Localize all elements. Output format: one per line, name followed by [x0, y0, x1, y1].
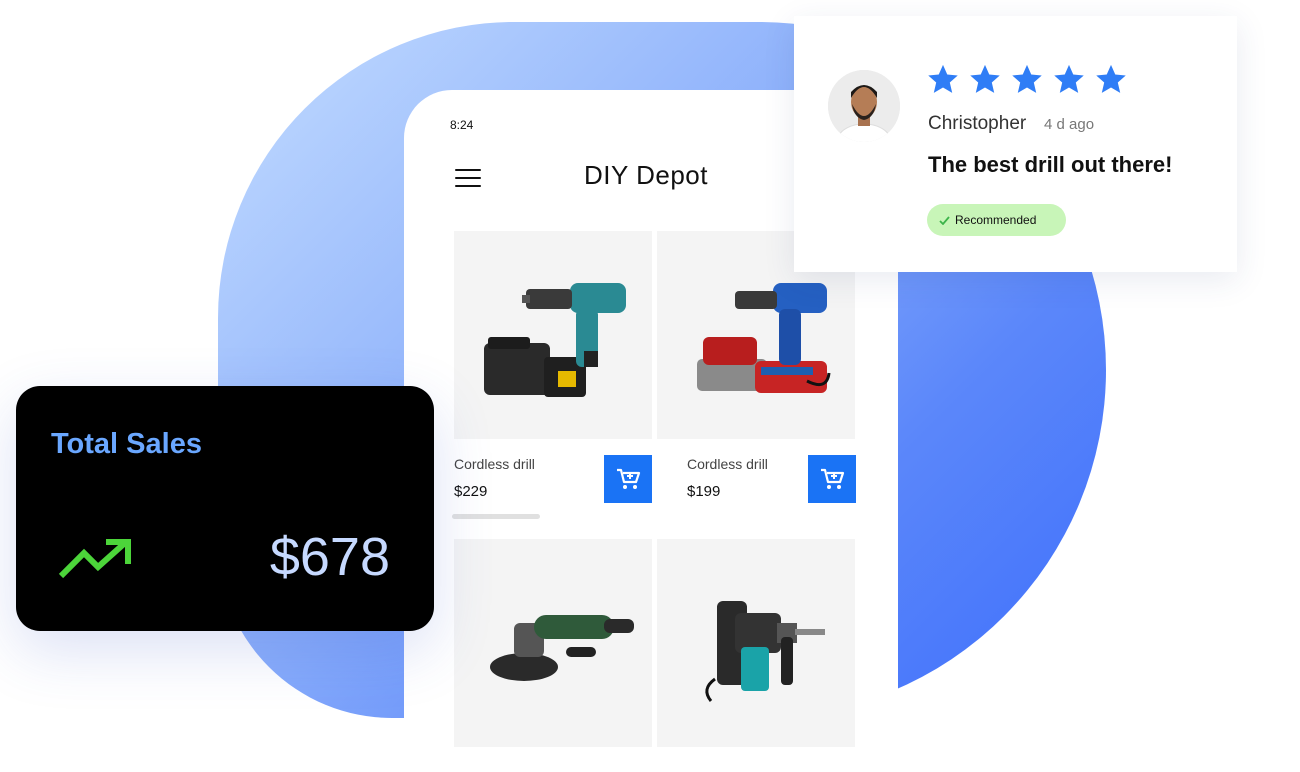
product-card-4[interactable] [657, 539, 855, 747]
badge-label: Recommended [955, 213, 1037, 227]
sales-value: $678 [269, 527, 390, 587]
trending-up-icon [58, 539, 131, 579]
star-icon [1096, 64, 1126, 93]
product-name: Cordless drill [687, 456, 768, 472]
person-avatar-icon [828, 70, 900, 142]
scroll-indicator [452, 514, 540, 519]
review-time: 4 d ago [1044, 116, 1095, 133]
total-sales-card: Total Sales $678 [16, 386, 434, 631]
product-card-3[interactable] [454, 539, 652, 747]
product-price: $199 [687, 483, 721, 500]
review-card: Christopher 4 d ago The best drill out t… [794, 16, 1237, 272]
add-to-cart-button[interactable] [604, 455, 652, 503]
reviewer-name: Christopher [928, 113, 1027, 134]
rotary-hammer-icon [705, 601, 825, 702]
add-to-cart-icon [821, 468, 845, 489]
star-icon [970, 64, 1000, 93]
product-card-1[interactable] [454, 231, 652, 439]
product-price: $229 [454, 483, 488, 500]
star-icon [1054, 64, 1084, 93]
avatar [828, 70, 900, 142]
star-icon [928, 64, 958, 93]
star-icon [1012, 64, 1042, 93]
cordless-drill-teal-icon [484, 283, 626, 397]
sales-title: Total Sales [51, 428, 202, 460]
star-rating [926, 62, 1128, 96]
review-text: The best drill out there! [928, 152, 1173, 177]
angle-grinder-icon [490, 615, 634, 681]
check-icon [939, 215, 950, 225]
product-name: Cordless drill [454, 456, 535, 472]
status-time: 8:24 [450, 118, 474, 132]
recommended-badge: Recommended [927, 204, 1066, 236]
app-title: DIY Depot [584, 160, 708, 190]
add-to-cart-icon [617, 468, 641, 489]
hamburger-menu-icon[interactable] [455, 169, 481, 187]
add-to-cart-button[interactable] [808, 455, 856, 503]
